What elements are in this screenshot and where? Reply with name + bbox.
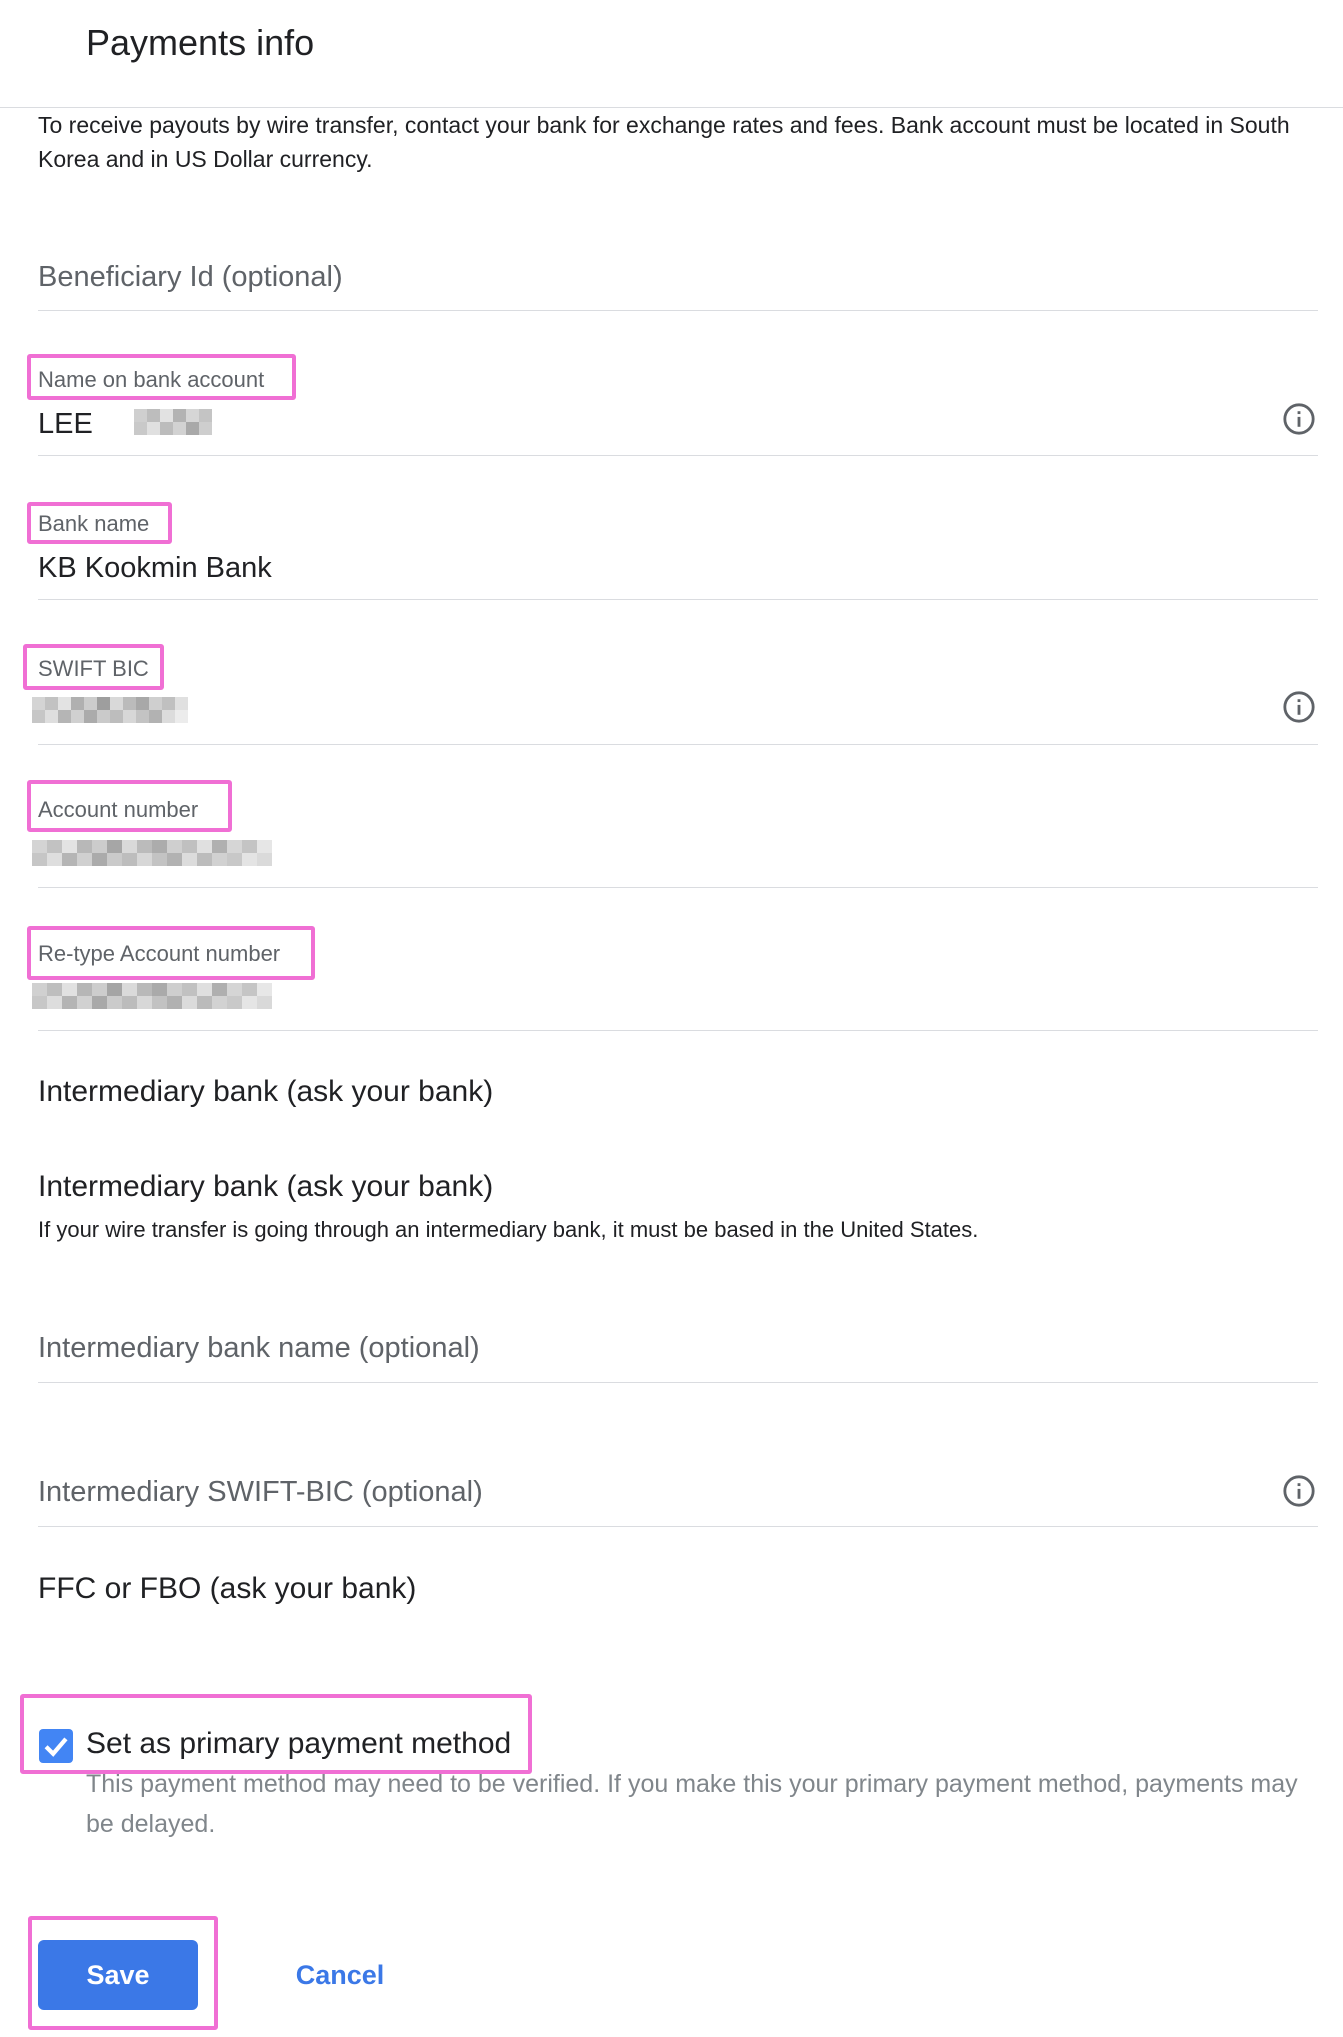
- cancel-button[interactable]: Cancel: [270, 1940, 410, 2010]
- page-title: Payments info: [86, 22, 315, 63]
- highlight-box: [23, 644, 164, 690]
- intermediary-helper-text: If your wire transfer is going through a…: [38, 1217, 979, 1242]
- bank-name-value: KB Kookmin Bank: [38, 552, 272, 584]
- redacted-account-number: [32, 840, 272, 866]
- highlight-box: [27, 502, 172, 544]
- name-on-account-value: LEE: [38, 408, 93, 440]
- redacted-retype-account-number: [32, 983, 272, 1009]
- dialog-header: Payments info: [0, 0, 1343, 108]
- highlight-box: [28, 1916, 218, 2030]
- highlight-box: [27, 780, 232, 832]
- redacted-swift-bic: [32, 697, 188, 723]
- intro-text: To receive payouts by wire transfer, con…: [38, 112, 1290, 172]
- beneficiary-id-placeholder: Beneficiary Id (optional): [38, 261, 343, 293]
- intermediary-subheading: Intermediary bank (ask your bank): [38, 1170, 494, 1203]
- intermediary-bank-name-field[interactable]: Intermediary bank name (optional): [38, 1280, 1318, 1383]
- beneficiary-id-field[interactable]: Beneficiary Id (optional): [38, 210, 1318, 311]
- info-icon[interactable]: [1282, 402, 1316, 436]
- redacted-name: [134, 409, 212, 435]
- swift-bic-field[interactable]: SWIFT BIC: [32, 650, 1318, 745]
- info-icon[interactable]: [1282, 690, 1316, 724]
- ffc-fbo-heading: FFC or FBO (ask your bank): [38, 1572, 417, 1605]
- intermediary-bank-name-placeholder: Intermediary bank name (optional): [38, 1332, 480, 1364]
- info-icon[interactable]: [1282, 1474, 1316, 1508]
- bank-name-field[interactable]: Bank name KB Kookmin Bank: [38, 500, 1318, 600]
- highlight-box: [27, 354, 296, 400]
- intermediary-swift-placeholder: Intermediary SWIFT-BIC (optional): [38, 1476, 483, 1508]
- primary-payment-help: This payment method may need to be verif…: [86, 1770, 1298, 1838]
- highlight-box: [20, 1694, 532, 1774]
- intermediary-swift-field[interactable]: Intermediary SWIFT-BIC (optional): [38, 1420, 1318, 1527]
- highlight-box: [27, 926, 315, 980]
- intermediary-heading: Intermediary bank (ask your bank): [38, 1075, 494, 1108]
